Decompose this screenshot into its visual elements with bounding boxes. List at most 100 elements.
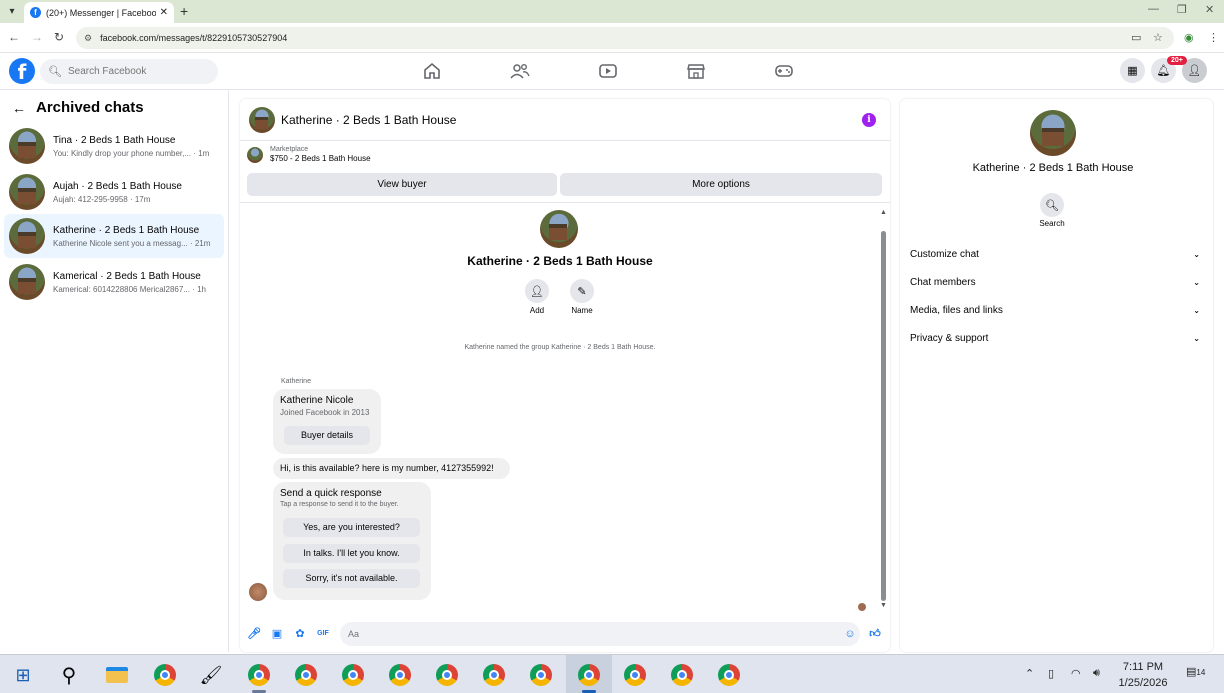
facebook-logo-icon[interactable]: f bbox=[9, 58, 35, 84]
chrome-profile-icon[interactable] bbox=[293, 662, 319, 688]
friends-icon[interactable] bbox=[510, 62, 530, 80]
forward-arrow-icon[interactable]: → bbox=[31, 30, 43, 44]
buyer-details-button[interactable]: Buyer details bbox=[284, 426, 370, 445]
divider bbox=[240, 202, 890, 203]
archived-chats-sidebar: ← Archived chats Tina · 2 Beds 1 Bath Ho… bbox=[0, 90, 229, 652]
browser-menu-icon[interactable]: ⋮ bbox=[1208, 31, 1219, 44]
meet-now-icon[interactable]: ▯ bbox=[1048, 667, 1054, 680]
microphone-icon[interactable]: 🎤︎ bbox=[247, 627, 261, 641]
taskbar-clock[interactable]: 7:11 PM 1/25/2026 bbox=[1113, 659, 1173, 691]
chrome-profile-icon[interactable] bbox=[669, 662, 695, 688]
marketplace-icon[interactable] bbox=[686, 62, 706, 80]
gif-icon[interactable]: GIF bbox=[316, 627, 330, 641]
search-label: Search bbox=[1039, 219, 1065, 228]
listing-title: $750 - 2 Beds 1 Bath House bbox=[270, 154, 371, 163]
tab-close-icon[interactable]: ✕ bbox=[160, 7, 168, 18]
show-hidden-icons-icon[interactable]: ⌃ bbox=[1025, 667, 1034, 680]
read-receipt-avatar bbox=[858, 603, 866, 611]
wifi-icon[interactable]: ◠ bbox=[1071, 667, 1081, 680]
chrome-profile-icon[interactable] bbox=[716, 662, 742, 688]
quick-response-subtitle: Tap a response to send it to the buyer. bbox=[280, 501, 399, 508]
message-input[interactable] bbox=[340, 622, 860, 646]
chrome-profile-icon[interactable] bbox=[434, 662, 460, 688]
privacy-support-item[interactable]: Privacy & support ⌄ bbox=[910, 327, 1200, 349]
facebook-search-input[interactable] bbox=[67, 66, 208, 77]
clock-time: 7:11 PM bbox=[1122, 661, 1164, 673]
chat-name: Aujah · 2 Beds 1 Bath House bbox=[53, 180, 182, 192]
search-icon[interactable]: 🔍︎ bbox=[1040, 193, 1064, 217]
add-person-icon[interactable]: 👤︎ bbox=[525, 279, 549, 303]
window-close-icon[interactable]: ✕ bbox=[1205, 3, 1214, 16]
install-app-icon[interactable]: ▭ bbox=[1131, 31, 1141, 44]
site-settings-icon[interactable]: ⚙ bbox=[84, 33, 92, 44]
view-buyer-button[interactable]: View buyer bbox=[247, 173, 557, 196]
facebook-favicon-icon: f bbox=[30, 7, 41, 18]
facebook-search-box[interactable]: 🔍︎ bbox=[40, 59, 218, 84]
group-avatar bbox=[540, 210, 578, 248]
url-text: facebook.com/messages/t/8229105730527904 bbox=[100, 33, 288, 43]
info-icon[interactable]: i bbox=[862, 113, 876, 127]
search-icon[interactable]: ⚲ bbox=[56, 662, 82, 688]
sticker-icon[interactable]: ✿ bbox=[293, 627, 307, 641]
chat-members-item[interactable]: Chat members ⌄ bbox=[910, 271, 1200, 293]
new-tab-button[interactable]: + bbox=[180, 3, 188, 19]
volume-icon[interactable]: 🔊︎ bbox=[1093, 667, 1100, 680]
bookmark-star-icon[interactable]: ☆ bbox=[1153, 31, 1163, 44]
chrome-profile-icon-active[interactable] bbox=[576, 662, 602, 688]
edit-name-icon[interactable]: ✎ bbox=[570, 279, 594, 303]
conversation-header[interactable]: Katherine · 2 Beds 1 Bath House bbox=[240, 99, 890, 141]
menu-grid-icon[interactable]: ▦ bbox=[1120, 58, 1145, 83]
facebook-top-nav: f 🔍︎ ▦ 🔔︎ 👤︎ bbox=[0, 53, 1224, 90]
chrome-profile-icon[interactable] bbox=[481, 662, 507, 688]
minimize-icon[interactable]: — bbox=[1148, 3, 1159, 15]
quick-response-yes-button[interactable]: Yes, are you interested? bbox=[283, 518, 420, 537]
reload-icon[interactable]: ↻ bbox=[54, 30, 64, 44]
file-explorer-icon[interactable] bbox=[104, 662, 130, 688]
chevron-down-icon: ⌄ bbox=[1193, 249, 1200, 259]
quick-response-not-available-button[interactable]: Sorry, it's not available. bbox=[283, 569, 420, 588]
chrome-profile-icon[interactable] bbox=[387, 662, 413, 688]
chrome-profile-icon[interactable] bbox=[340, 662, 366, 688]
item-label: Chat members bbox=[910, 276, 976, 288]
chrome-profile-icon[interactable] bbox=[622, 662, 648, 688]
back-arrow-icon[interactable]: ← bbox=[12, 100, 26, 116]
quick-response-in-talks-button[interactable]: In talks. I'll let you know. bbox=[283, 544, 420, 563]
chrome-profile-icon[interactable] bbox=[528, 662, 554, 688]
back-arrow-icon[interactable]: ← bbox=[8, 30, 20, 44]
video-icon[interactable] bbox=[598, 62, 618, 80]
gaming-icon[interactable] bbox=[774, 62, 794, 80]
chat-list-item-active[interactable]: Katherine · 2 Beds 1 Bath House Katherin… bbox=[4, 214, 224, 258]
thumbs-up-icon[interactable]: 👍︎ bbox=[868, 627, 882, 641]
notification-center-icon[interactable]: ▤14 bbox=[1186, 665, 1205, 678]
chat-list-item[interactable]: Tina · 2 Beds 1 Bath House You: Kindly d… bbox=[4, 124, 224, 168]
home-icon[interactable] bbox=[422, 62, 442, 80]
chevron-down-icon: ⌄ bbox=[1193, 305, 1200, 315]
chrome-profile-icon[interactable] bbox=[246, 662, 272, 688]
customize-chat-item[interactable]: Customize chat ⌄ bbox=[910, 243, 1200, 265]
browser-tab-messenger[interactable]: f (20+) Messenger | Facebook ✕ bbox=[24, 2, 174, 23]
chrome-icon[interactable] bbox=[152, 662, 178, 688]
photo-icon[interactable]: ▣ bbox=[270, 627, 284, 641]
search-icon: 🔍︎ bbox=[48, 66, 62, 78]
maximize-icon[interactable]: ❐ bbox=[1177, 3, 1187, 16]
media-files-links-item[interactable]: Media, files and links ⌄ bbox=[910, 299, 1200, 321]
quick-response-bubble: Send a quick response Tap a response to … bbox=[273, 482, 431, 600]
conversation-panel: Katherine · 2 Beds 1 Bath House i Market… bbox=[240, 99, 890, 652]
chat-list-item[interactable]: Kamerical · 2 Beds 1 Bath House Kamerica… bbox=[4, 260, 224, 304]
more-options-button[interactable]: More options bbox=[560, 173, 882, 196]
scrollbar-thumb[interactable] bbox=[881, 231, 886, 601]
chat-list-item[interactable]: Aujah · 2 Beds 1 Bath House Aujah: 412-2… bbox=[4, 170, 224, 214]
scroll-up-icon[interactable]: ▲ bbox=[880, 209, 887, 216]
message-scrollbar[interactable]: ▲ ▼ bbox=[880, 209, 887, 609]
windows-start-icon[interactable]: ⊞ bbox=[10, 662, 36, 688]
sender-avatar bbox=[249, 583, 267, 601]
url-omnibox[interactable]: ⚙ facebook.com/messages/t/82291057305279… bbox=[76, 27, 1174, 49]
profile-icon[interactable]: ◉ bbox=[1184, 31, 1194, 44]
scroll-down-icon[interactable]: ▼ bbox=[880, 602, 887, 609]
marketplace-listing[interactable]: Marketplace $750 - 2 Beds 1 Bath House bbox=[247, 146, 371, 163]
emoji-icon[interactable]: ☺ bbox=[843, 627, 857, 641]
tab-search-chevron-icon[interactable]: ▾ bbox=[4, 4, 20, 20]
tab-title: (20+) Messenger | Facebook bbox=[46, 7, 156, 18]
clock-date: 1/25/2026 bbox=[1118, 677, 1168, 689]
app-icon[interactable]: 🖌︎ bbox=[198, 662, 224, 688]
